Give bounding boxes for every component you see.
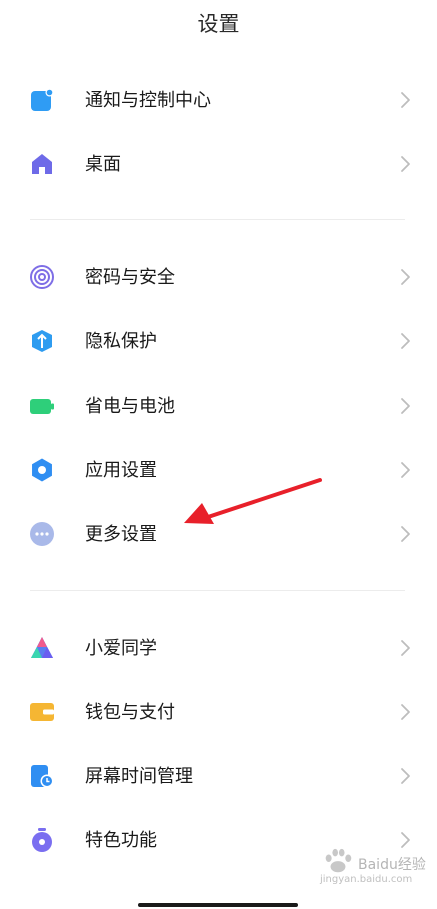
chevron-right-icon — [401, 526, 410, 542]
settings-item-wallet[interactable]: 钱包与支付 — [0, 684, 437, 740]
settings-item-label: 小爱同学 — [85, 638, 157, 659]
settings-item-label: 屏幕时间管理 — [85, 766, 193, 787]
chevron-right-icon — [401, 462, 410, 478]
chevron-right-icon — [401, 832, 410, 848]
settings-item-battery[interactable]: 省电与电池 — [0, 378, 437, 434]
settings-item-label: 钱包与支付 — [85, 702, 175, 723]
annotation-arrow-icon — [184, 478, 322, 524]
home-icon — [32, 154, 52, 174]
settings-item-label: 桌面 — [85, 154, 121, 175]
group-divider — [30, 590, 405, 591]
watermark: Baidu经验 jingyan.baidu.com — [318, 848, 430, 888]
group-divider — [30, 219, 405, 220]
settings-item-privacy[interactable]: 隐私保护 — [0, 313, 437, 369]
settings-item-label: 更多设置 — [85, 524, 157, 545]
home-indicator[interactable] — [138, 903, 298, 907]
chevron-right-icon — [401, 640, 410, 656]
header: 设置 — [0, 0, 437, 48]
feature-icon — [32, 828, 52, 852]
settings-screen: 设置 通知与控制中心 桌面 密码与安全 隐私保护 省电与电池 应用设置 更多设置… — [0, 0, 437, 909]
page-title: 设置 — [197, 12, 240, 36]
notification-icon — [31, 88, 54, 111]
settings-item-label: 密码与安全 — [85, 267, 175, 288]
settings-item-label: 特色功能 — [85, 830, 157, 851]
wallet-icon — [30, 703, 54, 721]
chevron-right-icon — [401, 768, 410, 784]
watermark-text: Baidu经验 — [358, 857, 426, 873]
fingerprint-icon — [30, 265, 54, 289]
chevron-right-icon — [401, 92, 410, 108]
settings-item-label: 省电与电池 — [85, 396, 175, 417]
privacy-shield-icon — [32, 330, 52, 352]
settings-item-password-security[interactable]: 密码与安全 — [0, 249, 437, 305]
settings-item-xiaoai[interactable]: 小爱同学 — [0, 620, 437, 676]
settings-item-notifications[interactable]: 通知与控制中心 — [0, 72, 437, 128]
screen-time-icon — [31, 765, 54, 788]
chevron-right-icon — [401, 156, 410, 172]
battery-icon — [30, 399, 54, 414]
chevron-right-icon — [401, 704, 410, 720]
watermark-url: jingyan.baidu.com — [320, 874, 413, 885]
settings-item-label: 应用设置 — [85, 460, 157, 481]
settings-item-label: 通知与控制中心 — [85, 90, 211, 111]
more-dots-icon — [30, 522, 54, 546]
xiaoai-icon — [31, 637, 53, 658]
settings-item-label: 隐私保护 — [85, 331, 157, 352]
paw-logo-icon — [325, 848, 352, 873]
chevron-right-icon — [401, 269, 410, 285]
chevron-right-icon — [401, 333, 410, 349]
settings-item-desktop[interactable]: 桌面 — [0, 136, 437, 192]
gear-icon — [32, 458, 52, 482]
settings-item-screen-time[interactable]: 屏幕时间管理 — [0, 748, 437, 804]
chevron-right-icon — [401, 398, 410, 414]
